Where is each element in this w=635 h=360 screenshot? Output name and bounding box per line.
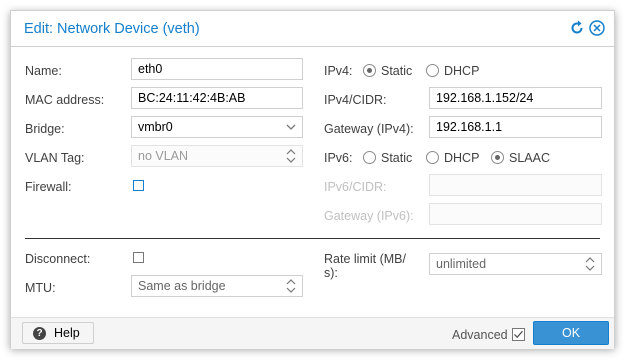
rate-limit-label: Rate limit (MB/ s): [324,252,406,280]
dialog-body: Name: eth0 MAC address: BC:24:11:42:4B:A… [11,47,614,317]
question-icon: ? [33,327,46,340]
edit-network-device-dialog: Edit: Network Device (veth) Name: eth0 M… [10,10,615,349]
vlan-tag-input[interactable]: no VLAN [131,145,303,167]
disconnect-checkbox[interactable] [133,252,144,263]
ipv6-label: IPv6: [324,151,353,165]
bridge-value: vmbr0 [138,120,173,134]
dialog-title: Edit: Network Device (veth) [24,21,200,37]
name-label: Name: [25,64,62,78]
dialog-titlebar[interactable]: Edit: Network Device (veth) [11,11,614,47]
dialog-footer: ? Help Advanced OK [11,317,614,349]
vlan-tag-label: VLAN Tag: [25,151,85,165]
ipv6-slaac-radio[interactable] [491,151,504,164]
gateway-ipv4-label: Gateway (IPv4): [324,122,414,136]
rate-limit-placeholder: unlimited [436,257,487,271]
ipv6-slaac-label: SLAAC [509,151,550,165]
mtu-label: MTU: [25,281,56,295]
name-value: eth0 [138,62,163,76]
ipv6-dhcp-radio[interactable] [426,151,439,164]
mac-address-input[interactable]: BC:24:11:42:4B:AB [131,87,303,109]
firewall-label: Firewall: [25,180,72,194]
section-divider [25,238,600,239]
chevron-down-icon[interactable] [284,119,298,135]
ipv6-static-radio[interactable] [363,151,376,164]
ipv4-static-radio[interactable] [363,64,376,77]
gateway-ipv6-input[interactable] [429,203,602,225]
gateway-ipv4-input[interactable]: 192.168.1.1 [429,116,602,138]
mtu-input[interactable]: Same as bridge [131,275,303,297]
close-icon[interactable] [588,19,606,37]
disconnect-label: Disconnect: [25,252,91,266]
ipv4-static-label: Static [381,64,413,78]
mtu-placeholder: Same as bridge [138,279,226,293]
vlan-tag-placeholder: no VLAN [138,149,189,163]
rate-limit-input[interactable]: unlimited [429,253,602,275]
mac-address-label: MAC address: [25,93,105,107]
ipv6-cidr-input[interactable] [429,174,602,196]
name-input[interactable]: eth0 [131,58,303,80]
ipv6-dhcp-label: DHCP [444,151,480,165]
firewall-checkbox[interactable] [133,180,144,191]
help-button[interactable]: ? Help [22,322,94,344]
gateway-ipv4-value: 192.168.1.1 [436,120,503,134]
refresh-icon[interactable] [568,19,586,37]
ipv6-static-label: Static [381,151,413,165]
ipv4-dhcp-label: DHCP [444,64,480,78]
ipv4-cidr-value: 192.168.1.152/24 [436,91,534,105]
ok-button[interactable]: OK [533,321,609,345]
spinner-icon[interactable] [284,278,298,294]
bridge-label: Bridge: [25,122,65,136]
spinner-icon[interactable] [284,148,298,164]
advanced-label: Advanced [452,328,508,342]
ipv4-dhcp-radio[interactable] [426,64,439,77]
help-button-label: Help [54,326,80,340]
ipv4-label: IPv4: [324,64,353,78]
bridge-select[interactable]: vmbr0 [131,116,303,138]
ipv6-cidr-label: IPv6/CIDR: [324,180,387,194]
advanced-checkbox[interactable] [512,328,525,341]
mac-address-value: BC:24:11:42:4B:AB [138,91,246,105]
rate-limit-label-line1: Rate limit (MB/ [324,252,406,266]
rate-limit-label-line2: s): [324,266,338,280]
spinner-icon[interactable] [583,256,597,272]
ipv4-cidr-label: IPv4/CIDR: [324,93,387,107]
ipv4-cidr-input[interactable]: 192.168.1.152/24 [429,87,602,109]
gateway-ipv6-label: Gateway (IPv6): [324,209,414,223]
